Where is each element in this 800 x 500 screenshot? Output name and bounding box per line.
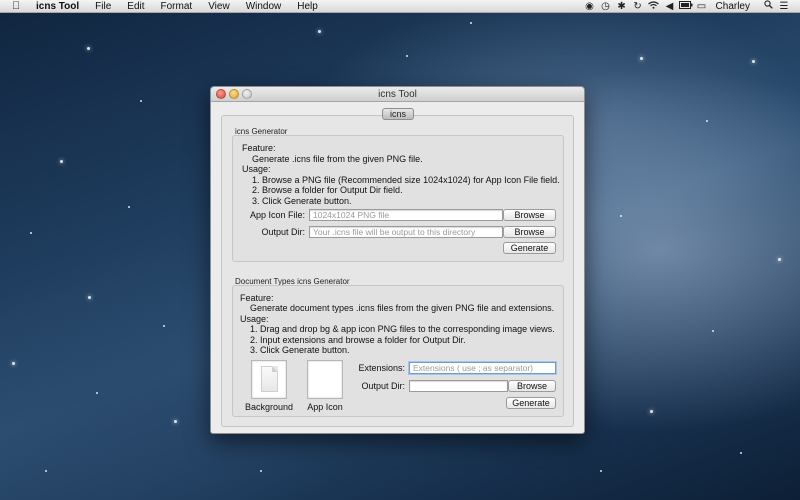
background-image-well[interactable] xyxy=(251,360,287,399)
app-window: icns Tool icns Generator Feature: Genera… xyxy=(210,86,585,434)
feature-text: Generate .icns file from the given PNG f… xyxy=(252,154,423,164)
usage-step: 1. Drag and drop bg & app icon PNG files… xyxy=(250,324,555,334)
lifebuoy-icon[interactable]: ◉ xyxy=(582,0,598,13)
user-name[interactable]: Charley xyxy=(710,1,760,12)
extensions-field[interactable]: Extensions ( use ; as separator) xyxy=(409,362,556,374)
time-machine-icon[interactable]: ◷ xyxy=(598,0,614,13)
minimize-button[interactable] xyxy=(229,89,239,99)
menu-help[interactable]: Help xyxy=(289,0,326,13)
document-icon xyxy=(261,366,278,392)
output-dir-label: Output Dir: xyxy=(261,227,305,237)
usage-heading: Usage: xyxy=(240,314,269,324)
usage-step: 3. Click Generate button. xyxy=(250,345,350,355)
menu-view[interactable]: View xyxy=(200,0,238,13)
doc-output-dir-field[interactable] xyxy=(409,380,508,392)
apple-icon[interactable]:  xyxy=(12,0,24,13)
battery-icon[interactable] xyxy=(678,0,694,13)
usage-step: 2. Browse a folder for Output Dir field. xyxy=(252,185,403,195)
display-icon[interactable]: ▭ xyxy=(694,0,710,13)
extensions-label: Extensions: xyxy=(358,363,405,373)
app-icon-browse-button[interactable]: Browse xyxy=(503,209,556,221)
output-dir-label: Output Dir: xyxy=(361,381,405,391)
notification-center-icon[interactable]: ☰ xyxy=(776,0,792,13)
app-icon-file-label: App Icon File: xyxy=(249,210,305,220)
wifi-icon[interactable] xyxy=(646,0,662,13)
usage-step: 2. Input extensions and browse a folder … xyxy=(250,335,466,345)
menu-window[interactable]: Window xyxy=(238,0,290,13)
usage-step: 3. Click Generate button. xyxy=(252,196,352,206)
app-icon-file-field[interactable]: 1024x1024 PNG file xyxy=(309,209,503,221)
output-dir-field[interactable]: Your .icns file will be output to this d… xyxy=(309,226,503,238)
zoom-button[interactable] xyxy=(242,89,252,99)
doc-generate-button[interactable]: Generate xyxy=(506,397,556,409)
sync-icon[interactable]: ↻ xyxy=(630,0,646,13)
menu-file[interactable]: File xyxy=(87,0,119,13)
tab-icns[interactable]: icns xyxy=(382,108,414,120)
feature-heading: Feature: xyxy=(240,293,274,303)
doc-output-dir-browse-button[interactable]: Browse xyxy=(508,380,556,392)
usage-heading: Usage: xyxy=(242,164,271,174)
usage-step: 1. Browse a PNG file (Recommended size 1… xyxy=(252,175,560,185)
app-icon-image-well[interactable] xyxy=(307,360,343,399)
volume-icon[interactable]: ◀ xyxy=(662,0,678,13)
tab-content: icns Generator Feature: Generate .icns f… xyxy=(221,115,574,427)
feature-text: Generate document types .icns files from… xyxy=(250,303,555,313)
icns-generator-box: Feature: Generate .icns file from the gi… xyxy=(232,135,564,262)
window-title: icns Tool xyxy=(378,89,417,100)
app-icon-caption: App Icon xyxy=(307,402,343,412)
output-dir-browse-button[interactable]: Browse xyxy=(503,226,556,238)
menu-format[interactable]: Format xyxy=(153,0,201,13)
menu-bar:  icns Tool File Edit Format View Window… xyxy=(0,0,800,13)
window-controls xyxy=(216,89,255,99)
feature-heading: Feature: xyxy=(242,143,276,153)
generate-button[interactable]: Generate xyxy=(503,242,556,254)
spotlight-search-icon[interactable] xyxy=(760,0,776,13)
menu-app[interactable]: icns Tool xyxy=(32,0,87,13)
background-caption: Background xyxy=(244,402,294,412)
window-titlebar: icns Tool xyxy=(211,87,584,102)
menu-edit[interactable]: Edit xyxy=(119,0,152,13)
status-area: ◉ ◷ ✱ ↻ ◀ ▭ Charley ☰ xyxy=(582,0,800,13)
bluetooth-icon[interactable]: ✱ xyxy=(614,0,630,13)
close-button[interactable] xyxy=(216,89,226,99)
doc-types-generator-box: Feature: Generate document types .icns f… xyxy=(232,285,564,417)
